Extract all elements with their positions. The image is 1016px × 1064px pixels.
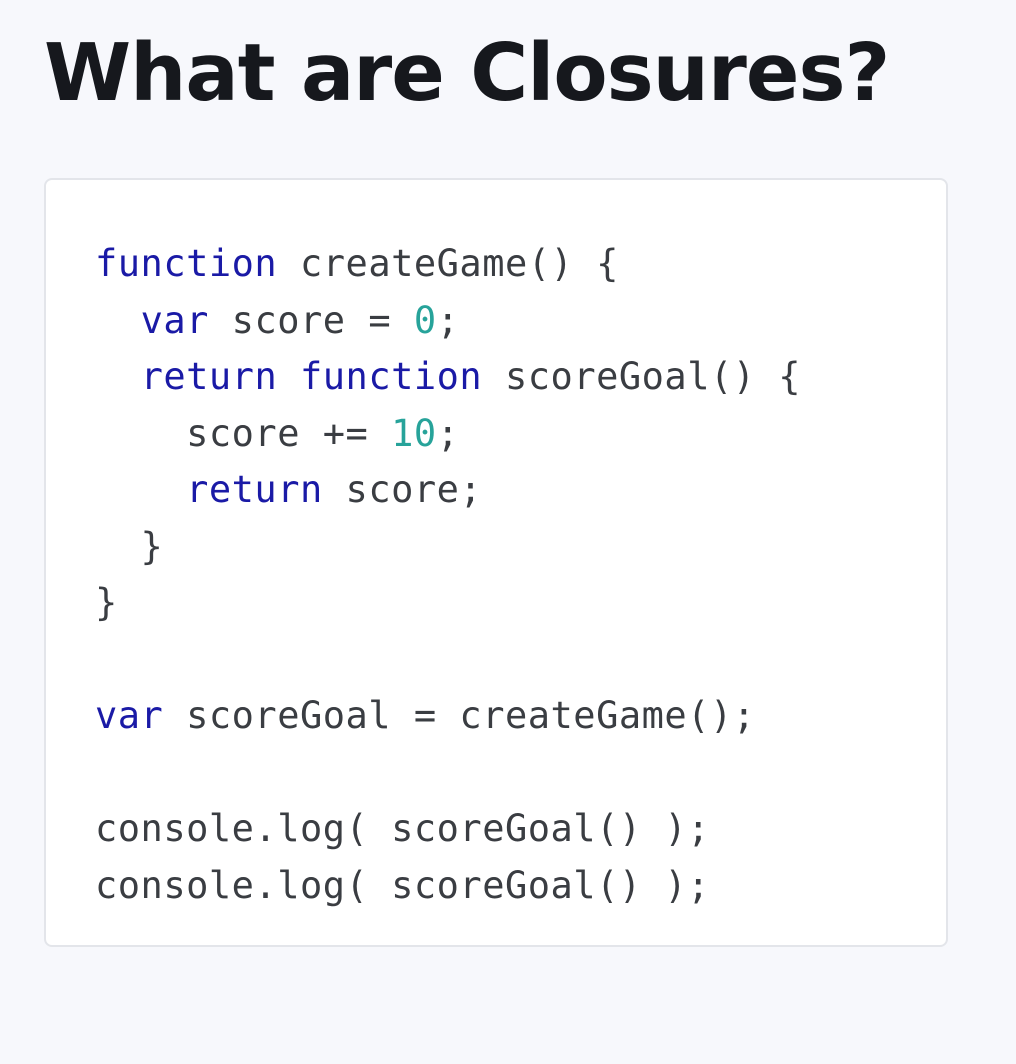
code-line: return score;: [95, 462, 801, 519]
page-title: What are Closures?: [44, 27, 890, 119]
code-text: }: [95, 524, 164, 568]
code-text: ;: [436, 298, 460, 342]
code-content: function createGame() { var score = 0; r…: [95, 236, 801, 914]
code-keyword: return: [186, 468, 323, 511]
code-text: console.log( scoreGoal() );: [95, 863, 710, 907]
code-line: return function scoreGoal() {: [95, 349, 801, 406]
code-keyword: return: [140, 355, 278, 398]
code-line: }: [95, 575, 801, 632]
code-keyword: var: [140, 298, 209, 342]
code-line: function createGame() {: [95, 236, 801, 293]
code-line: console.log( scoreGoal() );: [95, 801, 801, 858]
code-line: }: [95, 519, 801, 576]
code-text: score;: [322, 468, 483, 511]
code-block: function createGame() { var score = 0; r…: [44, 178, 948, 947]
code-text: scoreGoal = createGame();: [163, 694, 756, 737]
code-number: 0: [413, 298, 437, 342]
code-text: score +=: [95, 411, 392, 455]
code-keyword: function: [300, 355, 483, 398]
code-keyword: function: [95, 242, 278, 285]
code-text: score =: [208, 298, 414, 342]
code-text: createGame() {: [277, 242, 619, 285]
code-line: var scoreGoal = createGame();: [95, 688, 801, 745]
code-line: var score = 0;: [95, 293, 801, 350]
code-text: scoreGoal() {: [482, 355, 802, 398]
code-keyword: var: [95, 694, 164, 737]
code-line: console.log( scoreGoal() );: [95, 858, 801, 915]
code-number: 10: [391, 411, 437, 455]
code-text: ;: [436, 411, 460, 455]
code-text: console.log( scoreGoal() );: [95, 807, 710, 850]
code-line: score += 10;: [95, 406, 801, 463]
code-text: }: [95, 581, 118, 624]
